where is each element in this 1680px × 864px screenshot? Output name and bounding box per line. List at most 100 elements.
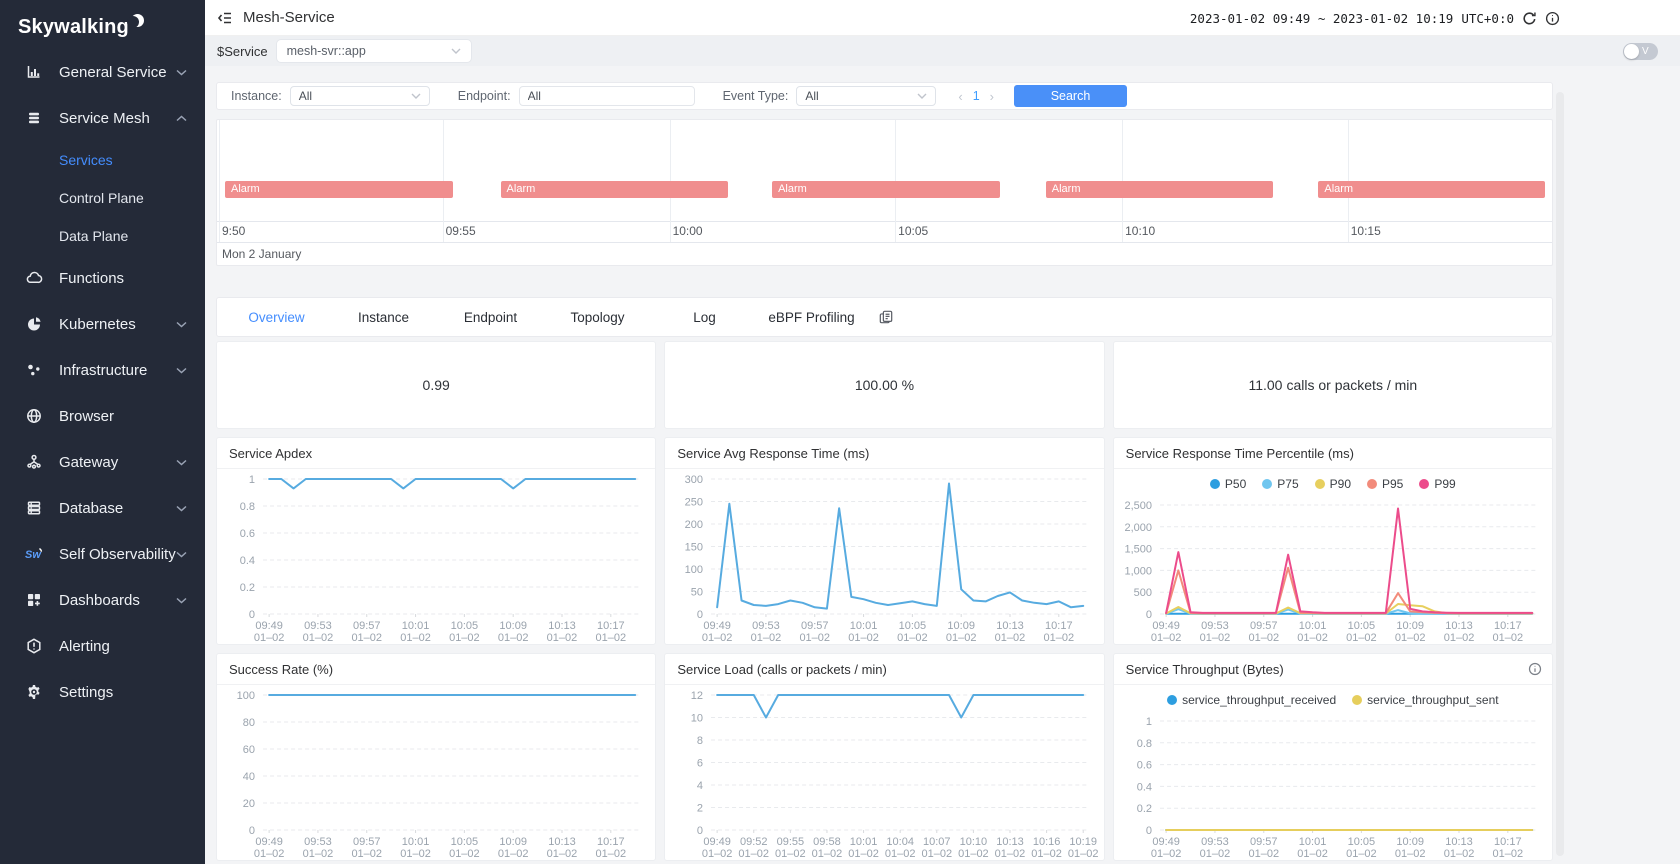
response-time-percentile-plot[interactable]: 05001,0001,5002,0002,50009:4901–0209:530… [1114,495,1552,645]
apdex-plot[interactable]: 00.20.40.60.8109:4901–0209:5301–0209:570… [217,469,655,645]
time-range[interactable]: 2023-01-02 09:49 ~ 2023-01-02 10:19 [1190,11,1453,26]
sidebar-item-browser[interactable]: Browser [0,393,205,439]
legend-item[interactable]: P99 [1419,477,1455,491]
svg-text:10:0901–02: 10:0901–02 [1395,836,1426,860]
sidebar-item-gateway[interactable]: Gateway [0,439,205,485]
timezone: UTC+0:0 [1461,11,1514,26]
sidebar-item-alerting[interactable]: Alerting [0,623,205,669]
chart-title: Service Apdex [229,446,312,461]
chevron-down-icon [176,505,187,512]
auto-refresh-toggle[interactable]: V [1623,43,1658,60]
sidebar-item-label: Settings [59,684,187,701]
sidebar-item-self-observability[interactable]: SwSelf Observability [0,531,205,577]
chart-title-bar: Service Avg Response Time (ms) [665,438,1103,469]
pager-prev-icon[interactable]: ‹ [958,89,962,104]
legend-item[interactable]: P90 [1315,477,1351,491]
svg-text:1,500: 1,500 [1124,544,1152,556]
svg-text:10:0101–02: 10:0101–02 [849,836,880,860]
sidebar-item-database[interactable]: Database [0,485,205,531]
legend-item[interactable]: P95 [1367,477,1403,491]
sidebar-item-functions[interactable]: Functions [0,255,205,301]
metric-unit: % [902,377,914,393]
svg-text:300: 300 [685,474,703,486]
avg-response-time-plot[interactable]: 05010015020025030009:4901–0209:5301–0209… [665,469,1103,645]
alarm-bar[interactable]: Alarm [1318,181,1545,198]
svg-text:0.6: 0.6 [1136,760,1151,772]
copy-icon[interactable] [879,310,893,324]
alarm-bar[interactable]: Alarm [1046,181,1274,198]
info-icon[interactable] [1528,662,1542,676]
svg-text:10:0501–02: 10:0501–02 [449,836,480,860]
legend-item[interactable]: P75 [1262,477,1298,491]
sidebar-item-dashboards[interactable]: Dashboards [0,577,205,623]
sidebar-menu: General ServiceService MeshServicesContr… [0,49,205,715]
svg-text:10:1301–02: 10:1301–02 [995,836,1026,860]
topbar: Mesh-Service 2023-01-02 09:49 ~ 2023-01-… [205,0,1680,36]
legend-item[interactable]: P50 [1210,477,1246,491]
alarm-bar[interactable]: Alarm [772,181,1000,198]
event-type-select[interactable]: All [796,86,936,106]
page-title: Mesh-Service [243,9,335,26]
chevron-down-icon [411,93,421,99]
chart-title-bar: Service Apdex [217,438,655,469]
pager-page-number[interactable]: 1 [973,89,980,103]
svg-text:500: 500 [1133,587,1151,599]
service-select[interactable]: mesh-svr::app [276,39,472,63]
legend-item[interactable]: service_throughput_received [1167,693,1336,707]
pager-next-icon[interactable]: › [990,89,994,104]
search-button[interactable]: Search [1014,85,1127,107]
chart-service-throughput: Service Throughput (Bytes) service_throug… [1113,653,1553,861]
sidebar-item-general-service[interactable]: General Service [0,49,205,95]
legend-label: P75 [1277,477,1298,491]
svg-text:10:1701–02: 10:1701–02 [1492,836,1523,860]
cloud-icon [24,270,44,286]
service-label: $Service [217,44,268,59]
service-throughput-plot[interactable]: 00.20.40.60.8109:4901–0209:5301–0209:570… [1114,711,1552,861]
instance-select[interactable]: All [290,86,430,106]
events-timeline: AlarmAlarmAlarmAlarmAlarm 9:5009:5510:00… [216,119,1553,266]
svg-text:10:1901–02: 10:1901–02 [1068,836,1099,860]
svg-text:8: 8 [697,735,703,747]
chevron-down-icon [176,367,187,374]
chart-body: 05010015020025030009:4901–0209:5301–0209… [665,469,1103,645]
tab-topology[interactable]: Topology [544,310,651,325]
service-load-plot[interactable]: 02468101209:4901–0209:5201–0209:5501–020… [665,685,1103,861]
success-rate-plot[interactable]: 02040608010009:4901–0209:5301–0209:5701–… [217,685,655,861]
database-icon [24,500,44,516]
globe-icon [24,408,44,424]
chart-title: Service Avg Response Time (ms) [677,446,869,461]
svg-text:0.2: 0.2 [240,582,255,594]
app-logo-text: Skywalking [18,16,129,39]
sidebar-item-settings[interactable]: Settings [0,669,205,715]
tab-endpoint[interactable]: Endpoint [437,310,544,325]
info-icon[interactable] [1545,11,1560,26]
sidebar-item-services[interactable]: Services [0,141,205,179]
instance-select-value: All [299,89,312,103]
sidebar-item-infrastructure[interactable]: Infrastructure [0,347,205,393]
refresh-icon[interactable] [1522,11,1537,26]
tab-overview[interactable]: Overview [223,310,330,325]
svg-text:09:4901–02: 09:4901–02 [1150,836,1181,860]
sidebar-item-label: Functions [59,270,187,287]
sidebar-item-control-plane[interactable]: Control Plane [0,179,205,217]
collapse-sidebar-icon[interactable] [217,10,233,26]
chart-title-bar: Service Throughput (Bytes) [1114,654,1552,685]
alarm-bar[interactable]: Alarm [225,181,453,198]
sidebar-item-kubernetes[interactable]: Kubernetes [0,301,205,347]
sidebar-item-service-mesh[interactable]: Service Mesh [0,95,205,141]
scrollbar[interactable] [1556,92,1564,856]
sidebar-item-data-plane[interactable]: Data Plane [0,217,205,255]
tab-log[interactable]: Log [651,310,758,325]
app-logo: Skywalking [0,0,205,49]
svg-text:10:0901–02: 10:0901–02 [498,620,529,644]
svg-text:09:4901–02: 09:4901–02 [254,620,285,644]
svg-text:09:5301–02: 09:5301–02 [303,836,334,860]
legend-item[interactable]: service_throughput_sent [1352,693,1498,707]
tab-instance[interactable]: Instance [330,310,437,325]
svg-text:40: 40 [243,771,255,783]
endpoint-input[interactable] [519,86,695,106]
alarm-bar[interactable]: Alarm [501,181,729,198]
tab-ebpf-profiling[interactable]: eBPF Profiling [758,310,865,325]
sidebar-item-label: Gateway [59,454,176,471]
svg-text:2: 2 [697,803,703,815]
